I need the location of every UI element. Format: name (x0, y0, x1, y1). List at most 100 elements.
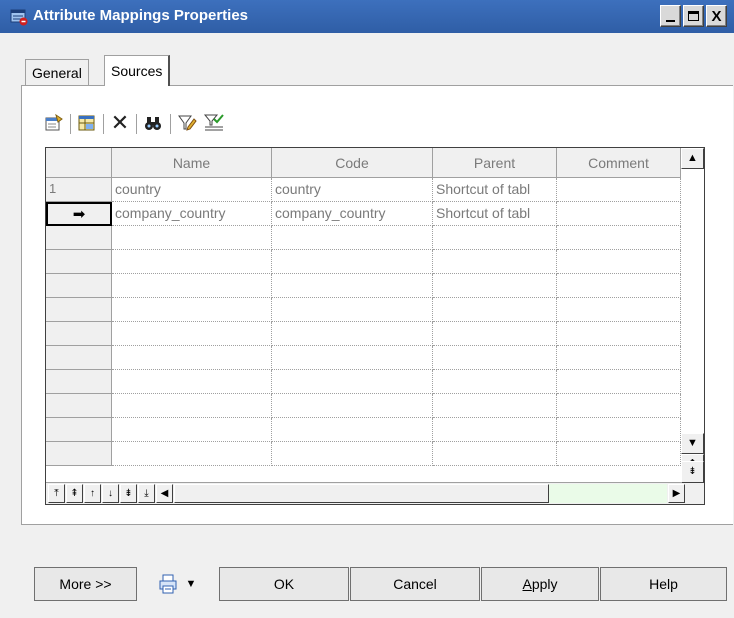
move-bottom-button[interactable]: ⤓ (138, 484, 155, 503)
empty-table-row[interactable] (46, 322, 681, 346)
empty-cell[interactable] (272, 274, 433, 298)
empty-cell[interactable] (557, 394, 681, 418)
empty-cell[interactable] (112, 250, 272, 274)
empty-cell[interactable] (557, 250, 681, 274)
empty-table-row[interactable] (46, 346, 681, 370)
empty-cell[interactable] (112, 298, 272, 322)
row-number[interactable] (46, 298, 112, 322)
empty-cell[interactable] (557, 346, 681, 370)
cell-comment[interactable] (557, 202, 681, 226)
customize-columns-button[interactable] (203, 112, 225, 134)
cell-parent[interactable]: Shortcut of tabl (433, 202, 557, 226)
empty-cell[interactable] (433, 274, 557, 298)
cell-parent[interactable]: Shortcut of tabl (433, 178, 557, 202)
empty-table-row[interactable] (46, 298, 681, 322)
column-header-parent[interactable]: Parent (433, 148, 557, 178)
empty-table-row[interactable] (46, 274, 681, 298)
row-number[interactable] (46, 250, 112, 274)
empty-cell[interactable] (272, 322, 433, 346)
empty-cell[interactable] (557, 298, 681, 322)
tab-general[interactable]: General (25, 59, 89, 85)
row-number[interactable] (46, 274, 112, 298)
empty-cell[interactable] (112, 274, 272, 298)
empty-cell[interactable] (112, 346, 272, 370)
filter-button[interactable] (176, 112, 198, 134)
scroll-up-button[interactable]: ▲ (681, 148, 704, 169)
cell-code[interactable]: country (272, 178, 433, 202)
cancel-button[interactable]: Cancel (350, 567, 480, 601)
empty-cell[interactable] (557, 322, 681, 346)
empty-cell[interactable] (433, 250, 557, 274)
print-button[interactable]: ▼ (148, 567, 206, 601)
sources-grid[interactable]: Name Code Parent Comment 1 country count… (45, 147, 705, 505)
empty-cell[interactable] (272, 418, 433, 442)
row-number[interactable]: 1 (46, 178, 112, 202)
empty-cell[interactable] (272, 442, 433, 466)
cell-name[interactable]: company_country (112, 202, 272, 226)
move-down-button[interactable]: ↓ (102, 484, 119, 503)
row-number[interactable] (46, 226, 112, 250)
maximize-button[interactable] (683, 5, 704, 27)
empty-cell[interactable] (433, 370, 557, 394)
empty-table-row[interactable] (46, 418, 681, 442)
empty-cell[interactable] (433, 322, 557, 346)
row-number[interactable] (46, 370, 112, 394)
horizontal-scrollbar-thumb[interactable] (174, 484, 549, 503)
page-down-button[interactable]: ⇟ (681, 461, 704, 483)
row-number[interactable] (46, 346, 112, 370)
cell-name[interactable]: country (112, 178, 272, 202)
row-number[interactable] (46, 418, 112, 442)
empty-cell[interactable] (272, 298, 433, 322)
close-button[interactable]: X (706, 5, 727, 27)
empty-cell[interactable] (433, 226, 557, 250)
help-button[interactable]: Help (600, 567, 727, 601)
vertical-scrollbar[interactable]: ▲ ▼ ⇞ (681, 148, 704, 482)
empty-cell[interactable] (112, 370, 272, 394)
minimize-button[interactable] (660, 5, 681, 27)
move-page-down-button[interactable]: ⇟ (120, 484, 137, 503)
cell-comment[interactable] (557, 178, 681, 202)
more-button[interactable]: More >> (34, 567, 137, 601)
empty-cell[interactable] (112, 226, 272, 250)
empty-table-row[interactable] (46, 370, 681, 394)
empty-cell[interactable] (433, 298, 557, 322)
empty-cell[interactable] (272, 346, 433, 370)
chevron-down-icon[interactable]: ▼ (186, 578, 197, 590)
scroll-right-button[interactable]: ▶ (668, 484, 685, 503)
ok-button[interactable]: OK (219, 567, 349, 601)
empty-cell[interactable] (112, 418, 272, 442)
scroll-down-button[interactable]: ▼ (681, 433, 704, 454)
scroll-left-button[interactable]: ◀ (156, 484, 173, 503)
empty-table-row[interactable] (46, 226, 681, 250)
empty-cell[interactable] (557, 370, 681, 394)
empty-table-row[interactable] (46, 250, 681, 274)
column-header-code[interactable]: Code (272, 148, 433, 178)
empty-cell[interactable] (272, 394, 433, 418)
empty-cell[interactable] (272, 250, 433, 274)
empty-cell[interactable] (112, 442, 272, 466)
empty-cell[interactable] (557, 442, 681, 466)
empty-cell[interactable] (272, 226, 433, 250)
empty-cell[interactable] (557, 274, 681, 298)
add-objects-button[interactable] (76, 112, 98, 134)
column-header-name[interactable]: Name (112, 148, 272, 178)
empty-cell[interactable] (433, 442, 557, 466)
empty-cell[interactable] (557, 418, 681, 442)
column-header-comment[interactable]: Comment (557, 148, 681, 178)
row-number-header[interactable] (46, 148, 112, 178)
properties-button[interactable] (43, 112, 65, 134)
tab-sources[interactable]: Sources (104, 55, 171, 86)
empty-table-row[interactable] (46, 394, 681, 418)
apply-button[interactable]: Apply (481, 567, 599, 601)
empty-cell[interactable] (112, 394, 272, 418)
title-bar[interactable]: Attribute Mappings Properties X (0, 0, 734, 33)
row-number[interactable] (46, 322, 112, 346)
table-row[interactable]: 1 country country Shortcut of tabl (46, 178, 681, 202)
empty-table-row[interactable] (46, 442, 681, 466)
empty-cell[interactable] (557, 226, 681, 250)
move-page-up-button[interactable]: ⇞ (66, 484, 83, 503)
cell-code[interactable]: company_country (272, 202, 433, 226)
empty-cell[interactable] (433, 394, 557, 418)
empty-cell[interactable] (433, 418, 557, 442)
find-button[interactable] (142, 112, 164, 134)
